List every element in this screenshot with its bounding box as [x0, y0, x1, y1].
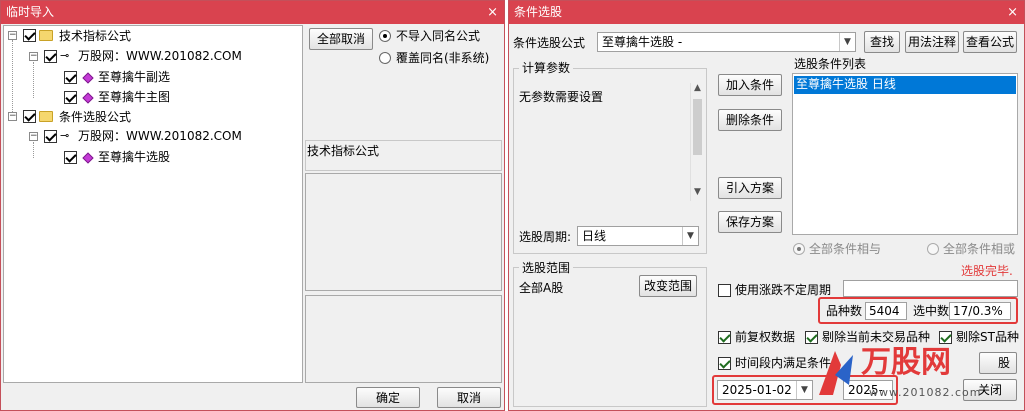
selected-field: 17/0.3%: [949, 302, 1011, 320]
formula-label: 条件选股公式: [513, 36, 586, 50]
scroll-down-icon[interactable]: ▼: [691, 187, 704, 201]
stock-screener-dialog: 条件选股 × 条件选股公式 至尊擒牛选股 - ▼ 查找 用法注释 查看公式 计算…: [508, 0, 1025, 411]
calc-params-label: 计算参数: [519, 61, 574, 75]
formula-icon: [82, 72, 94, 84]
watermark-url: www.201082.com: [869, 386, 982, 399]
radio-skip-duplicates[interactable]: [379, 30, 391, 42]
condition-list-item[interactable]: 至尊擒牛选股 日线: [794, 76, 1016, 94]
date-from-select[interactable]: 2025-01-02 ▼: [717, 380, 813, 400]
scroll-up-icon[interactable]: ▲: [691, 83, 704, 97]
tree-checkbox-site-2[interactable]: [44, 130, 57, 143]
folder-icon: [39, 111, 53, 122]
no-params-text: 无参数需要设置: [519, 90, 604, 104]
period-select-value: 日线: [582, 229, 607, 243]
radio-all-or-label: 全部条件相或: [943, 242, 1016, 256]
close-icon[interactable]: ×: [487, 1, 498, 24]
radio-all-and-label: 全部条件相与: [809, 242, 882, 256]
info-header: 技术指标公式: [307, 144, 380, 158]
formula-tree[interactable]: − 技术指标公式 − ⊸ 万股网：WWW.201082.COM 至尊擒牛副选 至…: [3, 25, 303, 383]
range-group-label: 选股范围: [519, 261, 574, 275]
import-dialog: 临时导入 × − 技术指标公式 − ⊸ 万股网：WWW.201082.COM 至…: [0, 0, 505, 411]
import-dialog-title: 临时导入: [6, 5, 55, 19]
screener-title: 条件选股: [514, 5, 563, 19]
collapse-icon[interactable]: −: [29, 52, 38, 61]
formula-icon: [82, 152, 94, 164]
deselect-all-button[interactable]: 全部取消: [309, 28, 373, 50]
use-period-label: 使用涨跌不定周期: [735, 283, 832, 297]
view-formula-button[interactable]: 查看公式: [963, 31, 1017, 53]
tree-item-technical[interactable]: 技术指标公式: [59, 28, 131, 44]
period-select[interactable]: 日线 ▼: [577, 226, 699, 246]
tree-line: [12, 40, 13, 118]
folder-icon: [39, 30, 53, 41]
delete-condition-button[interactable]: 删除条件: [718, 109, 782, 131]
count-field: 5404: [865, 302, 907, 320]
info-pane-bottom: [305, 295, 502, 383]
date-from-value: 2025-01-02: [722, 383, 792, 397]
import-dialog-titlebar: 临时导入 ×: [1, 1, 504, 24]
tree-line: [33, 62, 34, 98]
use-period-checkbox[interactable]: [718, 284, 731, 297]
radio-skip-duplicates-label: 不导入同名公式: [396, 29, 481, 43]
status-text: 选股完毕.: [961, 264, 1013, 278]
condition-list-label: 选股条件列表: [794, 57, 867, 71]
scroll-thumb[interactable]: [693, 99, 702, 155]
count-label: 品种数: [826, 304, 863, 318]
tree-item-stock-select[interactable]: 至尊擒牛选股: [98, 149, 170, 165]
key-icon: ⊸: [60, 129, 70, 142]
collapse-icon[interactable]: −: [8, 31, 17, 40]
tree-checkbox-technical[interactable]: [23, 29, 36, 42]
save-plan-button[interactable]: 保存方案: [718, 211, 782, 233]
collapse-icon[interactable]: −: [29, 132, 38, 141]
tree-checkbox-main-chart[interactable]: [64, 91, 77, 104]
tree-checkbox-site-1[interactable]: [44, 50, 57, 63]
find-button[interactable]: 查找: [864, 31, 900, 53]
formula-select-value: 至尊擒牛选股 -: [602, 35, 683, 49]
radio-overwrite[interactable]: [379, 52, 391, 64]
info-pane-top: [305, 173, 502, 291]
import-plan-button[interactable]: 引入方案: [718, 177, 782, 199]
cancel-button[interactable]: 取消: [437, 387, 501, 408]
close-icon[interactable]: ×: [1007, 1, 1018, 24]
tree-checkbox-stock-select[interactable]: [64, 151, 77, 164]
ok-button[interactable]: 确定: [356, 387, 420, 408]
pre-adjust-checkbox[interactable]: [718, 331, 731, 344]
tree-item-site-1[interactable]: 万股网：WWW.201082.COM: [78, 48, 242, 64]
logo-mark-icon: [819, 351, 853, 395]
params-scrollbar[interactable]: ▲ ▼: [690, 83, 704, 201]
chevron-down-icon[interactable]: ▼: [839, 33, 855, 51]
radio-overwrite-label: 覆盖同名(非系统): [396, 51, 490, 65]
tree-item-site-2[interactable]: 万股网：WWW.201082.COM: [78, 128, 242, 144]
screener-titlebar: 条件选股 ×: [509, 1, 1024, 24]
collapse-icon[interactable]: −: [8, 112, 17, 121]
watermark-logo-text: 万股网: [861, 345, 951, 380]
tree-item-sub-select[interactable]: 至尊擒牛副选: [98, 69, 170, 85]
formula-select[interactable]: 至尊擒牛选股 - ▼: [597, 32, 856, 52]
tree-item-condition[interactable]: 条件选股公式: [59, 109, 131, 125]
range-value: 全部A股: [519, 281, 564, 295]
time-range-checkbox[interactable]: [718, 357, 731, 370]
key-icon: ⊸: [60, 49, 70, 62]
tree-item-main-chart[interactable]: 至尊擒牛主图: [98, 89, 170, 105]
radio-all-and[interactable]: [793, 243, 805, 255]
usage-notes-button[interactable]: 用法注释: [905, 31, 959, 53]
tree-line: [33, 142, 34, 158]
watermark-logo: 万股网 www.201082.com: [809, 341, 989, 411]
condition-list[interactable]: 至尊擒牛选股 日线: [792, 73, 1018, 235]
use-period-field[interactable]: [843, 280, 1018, 297]
chevron-down-icon[interactable]: ▼: [682, 227, 698, 245]
change-range-button[interactable]: 改变范围: [639, 275, 697, 297]
formula-icon: [82, 92, 94, 104]
add-condition-button[interactable]: 加入条件: [718, 74, 782, 96]
tree-checkbox-condition[interactable]: [23, 110, 36, 123]
tree-checkbox-sub-select[interactable]: [64, 71, 77, 84]
pre-adjust-label: 前复权数据: [735, 330, 796, 344]
period-label: 选股周期:: [519, 230, 572, 244]
selected-label: 选中数: [913, 304, 950, 318]
radio-all-or[interactable]: [927, 243, 939, 255]
